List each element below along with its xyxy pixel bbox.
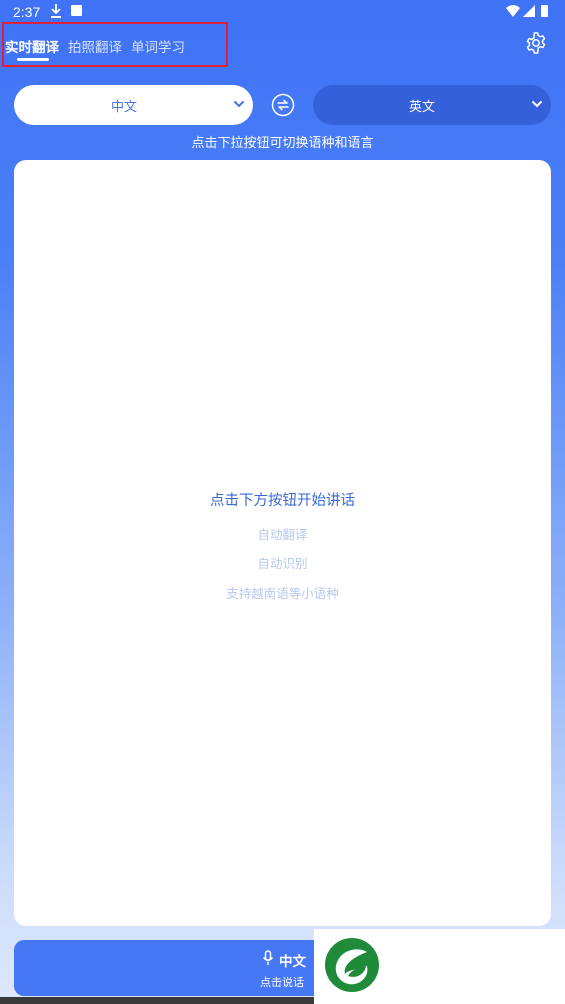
microphone-icon <box>262 950 274 965</box>
speak-language-label: 中文 <box>279 954 306 970</box>
feature-auto-detect: 自动识别 <box>257 556 308 571</box>
leaf-logo-icon <box>325 938 379 992</box>
wifi-icon <box>506 5 520 17</box>
chevron-down-icon <box>234 101 244 108</box>
status-icons <box>506 5 548 17</box>
status-bar: 2:37 <box>0 0 565 24</box>
tab-photo-translate[interactable]: 拍照翻译 <box>68 36 122 56</box>
target-language-label: 英文 <box>408 100 435 115</box>
battery-icon <box>541 5 548 17</box>
feature-auto-translate: 自动翻译 <box>257 527 308 542</box>
system-nav-bar <box>0 997 314 1004</box>
signal-icon <box>523 5 535 17</box>
translation-card: 点击下方按钮开始讲话 自动翻译 自动识别 支持越南语等小语种 <box>14 160 551 926</box>
logo-panel <box>314 929 565 1004</box>
status-time: 2:37 <box>13 4 41 20</box>
language-switch-hint: 点击下拉按钮可切换语种和语言 <box>191 136 374 151</box>
speak-action-label: 点击说话 <box>260 976 304 989</box>
tab-word-learning[interactable]: 单词学习 <box>131 36 185 56</box>
chevron-down-icon <box>532 101 542 108</box>
source-language-label: 中文 <box>110 100 137 115</box>
app-notification-icon <box>71 5 82 16</box>
start-speaking-prompt: 点击下方按钮开始讲话 <box>210 493 355 509</box>
speak-button[interactable]: 中文 点击说话 <box>14 940 314 996</box>
target-language-select[interactable]: 英文 <box>313 85 551 125</box>
download-icon <box>51 4 61 18</box>
active-tab-indicator <box>17 58 49 61</box>
gear-icon[interactable] <box>524 31 548 55</box>
swap-languages-icon[interactable] <box>271 93 295 117</box>
feature-minor-languages: 支持越南语等小语种 <box>226 586 339 601</box>
tab-realtime-translate[interactable]: 实时翻译 <box>5 36 59 56</box>
source-language-select[interactable]: 中文 <box>14 85 253 125</box>
